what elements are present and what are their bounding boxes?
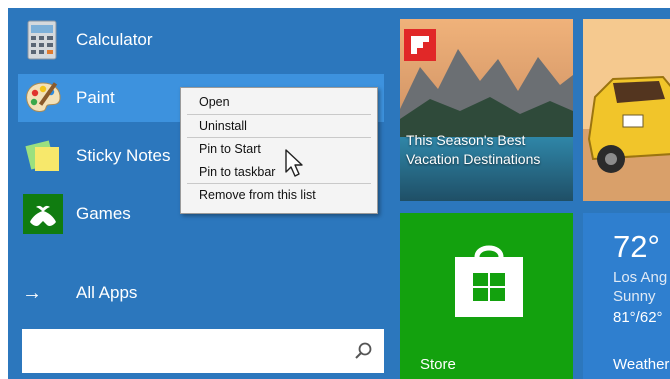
arrow-right-icon: → bbox=[22, 281, 42, 304]
screenshot-frame: Calculator Paint Sticky Notes Games → Al… bbox=[0, 0, 670, 379]
tile-store[interactable]: Store bbox=[400, 213, 573, 379]
search-input[interactable] bbox=[30, 337, 334, 367]
tile-racing-game[interactable] bbox=[583, 19, 670, 201]
tile-weather[interactable]: 72° Los Ang Sunny 81°/62° Weather bbox=[583, 213, 670, 379]
all-apps-button[interactable]: → All Apps bbox=[22, 278, 137, 308]
flipboard-icon bbox=[404, 29, 436, 61]
menu-item-open[interactable]: Open bbox=[199, 92, 230, 112]
menu-item-pin-to-start[interactable]: Pin to Start bbox=[199, 139, 261, 159]
menu-separator bbox=[187, 137, 371, 138]
weather-label: Weather bbox=[613, 356, 670, 373]
menu-item-pin-to-taskbar[interactable]: Pin to taskbar bbox=[199, 162, 275, 182]
search-icon[interactable] bbox=[354, 341, 374, 361]
weather-high-low: 81°/62° bbox=[613, 309, 663, 326]
race-car-image bbox=[583, 19, 670, 201]
paint-palette-icon bbox=[26, 82, 61, 112]
menu-separator bbox=[187, 183, 371, 184]
xbox-games-icon bbox=[23, 194, 63, 234]
weather-condition: Sunny bbox=[613, 288, 656, 305]
start-menu: Calculator Paint Sticky Notes Games → Al… bbox=[8, 8, 670, 379]
menu-item-remove-from-list[interactable]: Remove from this list bbox=[199, 185, 316, 205]
mouse-cursor-icon bbox=[285, 149, 303, 177]
menu-item-uninstall[interactable]: Uninstall bbox=[199, 116, 247, 136]
tile-news[interactable]: This Season's Best Vacation Destinations bbox=[400, 19, 573, 201]
search-box[interactable] bbox=[22, 329, 384, 373]
weather-city: Los Ang bbox=[613, 269, 668, 286]
store-bag-icon bbox=[455, 245, 523, 317]
app-label: Games bbox=[76, 204, 131, 223]
news-headline: This Season's Best Vacation Destinations bbox=[406, 132, 541, 167]
calculator-icon bbox=[27, 20, 57, 60]
app-label: Sticky Notes bbox=[76, 146, 171, 165]
weather-temperature: 72° bbox=[613, 229, 660, 264]
store-label: Store bbox=[420, 356, 456, 373]
menu-separator bbox=[187, 114, 371, 115]
app-label: Calculator bbox=[76, 30, 153, 49]
sticky-notes-icon bbox=[25, 140, 59, 171]
all-apps-label: All Apps bbox=[76, 283, 138, 302]
app-calculator[interactable]: Calculator bbox=[18, 16, 384, 64]
context-menu: Open Uninstall Pin to Start Pin to taskb… bbox=[180, 87, 378, 214]
app-label: Paint bbox=[76, 88, 115, 107]
